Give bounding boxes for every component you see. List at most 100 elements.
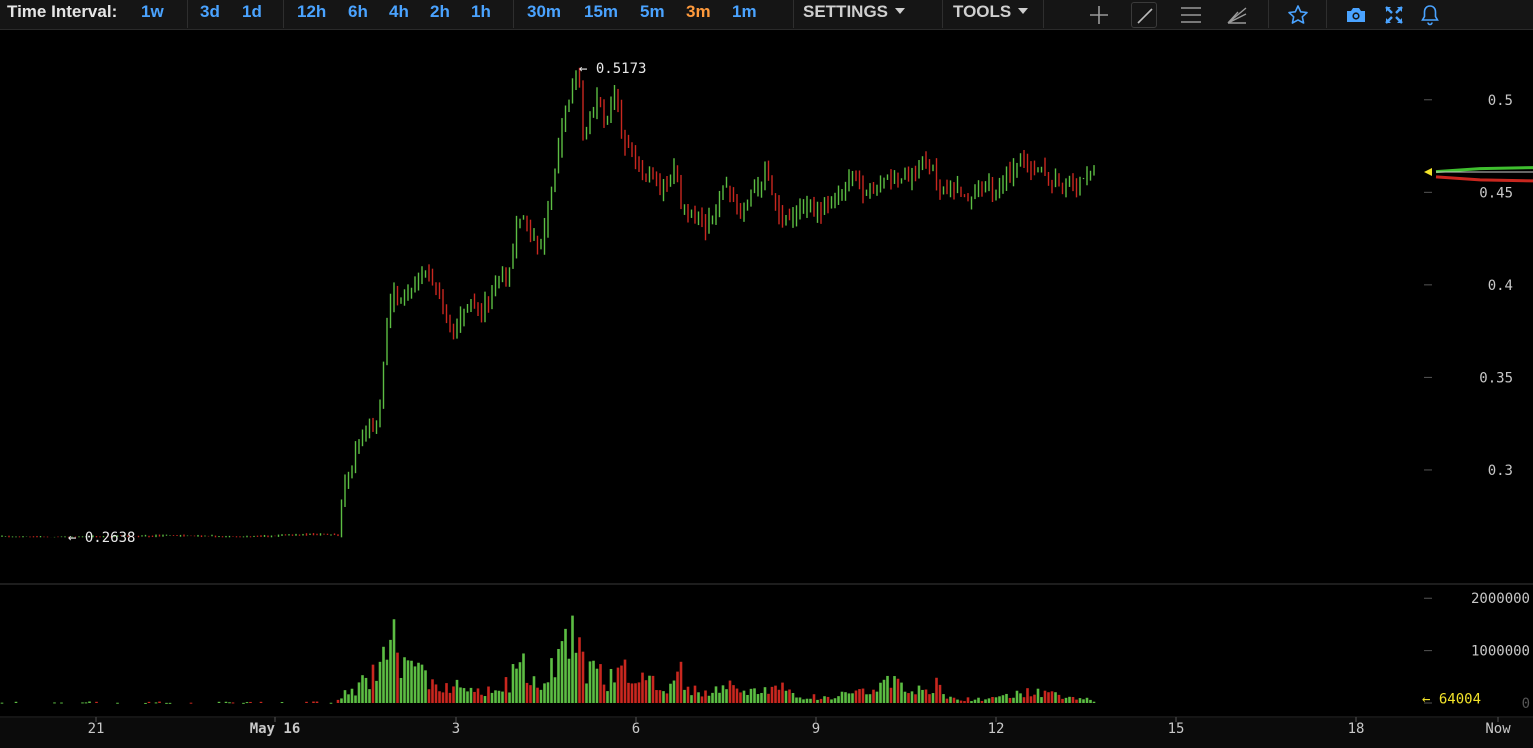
volume-bar bbox=[249, 701, 252, 703]
volume-bar bbox=[350, 688, 354, 703]
volume-bar bbox=[431, 679, 434, 703]
volume-bar bbox=[893, 676, 896, 703]
volume-bar bbox=[354, 695, 357, 703]
volume-bar bbox=[595, 668, 599, 703]
volume-bar bbox=[630, 683, 634, 703]
separator bbox=[1268, 0, 1269, 28]
volume-bar bbox=[763, 687, 767, 703]
interval-3m[interactable]: 3m bbox=[686, 2, 711, 22]
settings-menu[interactable]: SETTINGS bbox=[803, 2, 906, 22]
alerts-button[interactable] bbox=[1417, 2, 1443, 28]
settings-label: SETTINGS bbox=[803, 2, 889, 21]
separator bbox=[283, 0, 284, 28]
volume-bar bbox=[854, 690, 858, 703]
volume-bar bbox=[833, 698, 837, 703]
volume-bar bbox=[480, 694, 483, 703]
volume-bar bbox=[868, 694, 872, 703]
interval-1h[interactable]: 1h bbox=[471, 2, 491, 22]
price-axis: 0.3 0.35 0.4 0.45 0.5 bbox=[1424, 93, 1513, 479]
interval-4h[interactable]: 4h bbox=[389, 2, 409, 22]
volume-bar bbox=[84, 702, 88, 704]
chevron-down-icon bbox=[895, 7, 906, 14]
horizontal-lines-icon bbox=[1181, 7, 1201, 23]
fullscreen-button[interactable] bbox=[1381, 2, 1407, 28]
volume-bar bbox=[1008, 697, 1012, 703]
volume-bar bbox=[676, 671, 679, 703]
interval-2h[interactable]: 2h bbox=[430, 2, 450, 22]
separator bbox=[1043, 0, 1044, 28]
crosshair-tool-button[interactable] bbox=[1086, 2, 1112, 28]
volume-bar bbox=[315, 701, 319, 703]
volume-bar bbox=[165, 702, 168, 704]
volume-bar bbox=[1001, 695, 1005, 703]
volume-bar bbox=[1082, 699, 1085, 703]
volume-bar bbox=[861, 688, 865, 703]
volume-bar bbox=[753, 688, 756, 703]
volume-bar bbox=[1019, 693, 1022, 703]
volume-bar bbox=[602, 684, 606, 703]
bell-icon bbox=[1421, 5, 1439, 26]
interval-30m[interactable]: 30m bbox=[527, 2, 561, 22]
crosshair-icon bbox=[1090, 6, 1108, 24]
volume-bar bbox=[924, 689, 928, 703]
last-volume-annotation: ← 64004 bbox=[1422, 692, 1481, 708]
volume-bar bbox=[1033, 694, 1036, 703]
volume-bar bbox=[1054, 692, 1057, 703]
volume-bar bbox=[970, 701, 973, 703]
separator bbox=[942, 0, 943, 28]
fan-tool-button[interactable] bbox=[1224, 2, 1250, 28]
favorite-button[interactable] bbox=[1285, 2, 1311, 28]
volume-bars bbox=[0, 615, 1096, 704]
interval-3d[interactable]: 3d bbox=[200, 2, 220, 22]
volume-bar bbox=[574, 652, 578, 703]
volume-bar bbox=[154, 702, 158, 704]
price-tick-label: 0.5 bbox=[1488, 93, 1513, 109]
volume-bar bbox=[917, 685, 921, 703]
volume-bar bbox=[987, 698, 991, 703]
interval-1w[interactable]: 1w bbox=[141, 2, 164, 22]
interval-1d[interactable]: 1d bbox=[242, 2, 262, 22]
separator bbox=[793, 0, 794, 28]
volume-bar bbox=[858, 689, 861, 703]
volume-bar bbox=[487, 686, 490, 703]
volume-bar bbox=[413, 666, 417, 703]
chart-area[interactable]: 0.3 0.35 0.4 0.45 0.5 0 1000000 2000000 21 May … bbox=[0, 31, 1533, 748]
volume-bar bbox=[952, 697, 956, 703]
interval-6h[interactable]: 6h bbox=[348, 2, 368, 22]
horizontal-lines-tool-button[interactable] bbox=[1178, 2, 1204, 28]
interval-1m[interactable]: 1m bbox=[732, 2, 757, 22]
volume-bar bbox=[147, 701, 151, 703]
volume-bar bbox=[816, 699, 819, 703]
volume-bar bbox=[385, 659, 389, 703]
tools-menu[interactable]: TOOLS bbox=[953, 2, 1029, 22]
volume-bar bbox=[168, 702, 172, 704]
volume-bar bbox=[539, 689, 543, 703]
volume-bar bbox=[399, 677, 403, 703]
camera-icon bbox=[1347, 8, 1365, 22]
volume-bar bbox=[872, 689, 875, 703]
interval-5m[interactable]: 5m bbox=[640, 2, 665, 22]
volume-bar bbox=[977, 697, 980, 703]
line-tool-button[interactable] bbox=[1131, 2, 1157, 28]
volume-bar bbox=[623, 659, 627, 703]
volume-bar bbox=[427, 689, 431, 703]
volume-bar bbox=[648, 675, 651, 703]
low-annotation: ← 0.2638 bbox=[68, 530, 135, 546]
price-tick-label: 0.35 bbox=[1479, 370, 1513, 386]
time-tick-label: 18 bbox=[1348, 721, 1365, 737]
volume-bar bbox=[14, 701, 18, 703]
volume-bar bbox=[189, 702, 193, 704]
volume-bar bbox=[956, 699, 959, 703]
snapshot-button[interactable] bbox=[1343, 2, 1369, 28]
interval-15m[interactable]: 15m bbox=[584, 2, 618, 22]
volume-bar bbox=[774, 685, 777, 703]
volume-bar bbox=[546, 682, 550, 703]
volume-bar bbox=[553, 677, 557, 703]
volume-bar bbox=[966, 697, 970, 703]
volume-bar bbox=[1061, 698, 1064, 703]
volume-bar bbox=[490, 692, 494, 703]
volume-bar bbox=[1022, 697, 1026, 703]
interval-12h[interactable]: 12h bbox=[297, 2, 326, 22]
volume-bar bbox=[875, 691, 879, 703]
volume-bar bbox=[942, 694, 945, 703]
